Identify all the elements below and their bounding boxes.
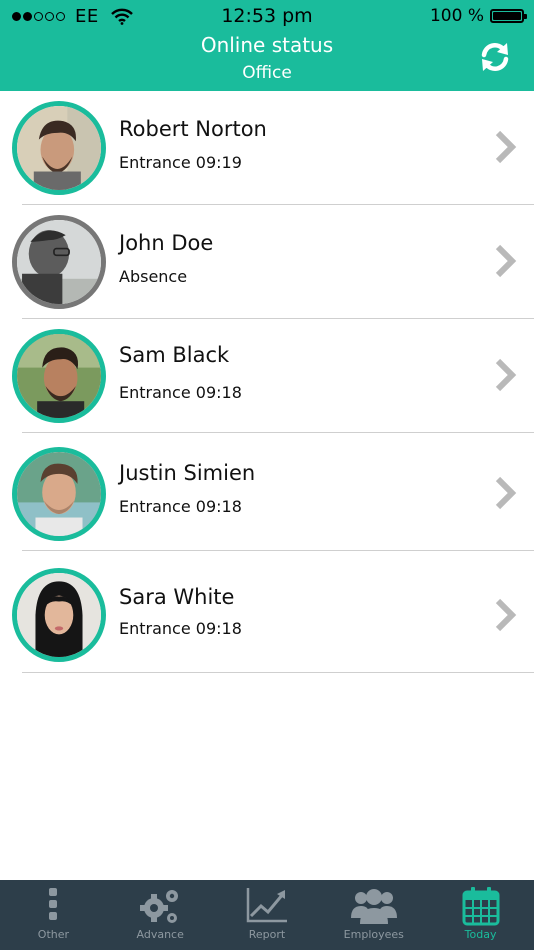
list-item[interactable]: Justin Simien Entrance 09:18	[0, 433, 534, 551]
battery-icon	[490, 9, 527, 23]
tab-bar: Other Advance Report Employees Today	[0, 880, 534, 950]
tab-employees[interactable]: Employees	[320, 880, 427, 950]
tab-label: Other	[37, 928, 70, 941]
employee-status: Entrance 09:19	[119, 153, 242, 172]
employee-list: Robert Norton Entrance 09:19 John Doe Ab…	[0, 91, 534, 673]
users-icon	[350, 889, 397, 924]
employee-status: Absence	[119, 267, 188, 286]
chevron-right-icon	[495, 130, 517, 164]
page-subtitle: Office	[242, 63, 292, 83]
employee-name: John Doe	[119, 231, 214, 255]
employee-status: Entrance 09:18	[119, 497, 242, 516]
refresh-icon[interactable]	[478, 40, 512, 74]
tab-label: Employees	[343, 928, 404, 941]
employee-name: Sam Black	[119, 343, 230, 367]
avatar	[12, 329, 106, 423]
list-item[interactable]: Robert Norton Entrance 09:19	[0, 91, 534, 205]
tab-other[interactable]: Other	[0, 880, 107, 950]
employee-status: Entrance 09:18	[119, 619, 242, 638]
employee-status: Entrance 09:18	[119, 383, 242, 402]
tab-label: Report	[248, 928, 286, 941]
avatar	[12, 215, 106, 309]
header: EE 12:53 pm 100 % Online status Office	[0, 0, 534, 91]
tab-advance[interactable]: Advance	[107, 880, 214, 950]
battery-percent: 100 %	[429, 6, 484, 26]
divider	[22, 672, 534, 673]
tab-label: Advance	[136, 928, 184, 941]
tab-today[interactable]: Today	[427, 880, 534, 950]
avatar	[12, 568, 106, 662]
page-title: Online status	[200, 33, 334, 57]
list-item[interactable]: Sara White Entrance 09:18	[0, 551, 534, 673]
chevron-right-icon	[495, 598, 517, 632]
list-item[interactable]: Sam Black Entrance 09:18	[0, 319, 534, 433]
calendar-icon	[462, 887, 500, 926]
tab-report[interactable]: Report	[214, 880, 321, 950]
employee-name: Robert Norton	[119, 117, 267, 141]
more-vertical-icon	[49, 888, 58, 920]
employee-name: Justin Simien	[119, 461, 256, 485]
list-item[interactable]: John Doe Absence	[0, 205, 534, 319]
line-chart-icon	[246, 888, 287, 923]
tab-label: Today	[464, 928, 497, 941]
battery-status: 100 %	[429, 6, 527, 26]
employee-name: Sara White	[119, 585, 235, 609]
avatar	[12, 447, 106, 541]
chevron-right-icon	[495, 244, 517, 278]
avatar	[12, 101, 106, 195]
chevron-right-icon	[495, 358, 517, 392]
gears-icon	[140, 890, 179, 923]
status-bar: EE 12:53 pm 100 %	[0, 0, 534, 32]
chevron-right-icon	[495, 476, 517, 510]
